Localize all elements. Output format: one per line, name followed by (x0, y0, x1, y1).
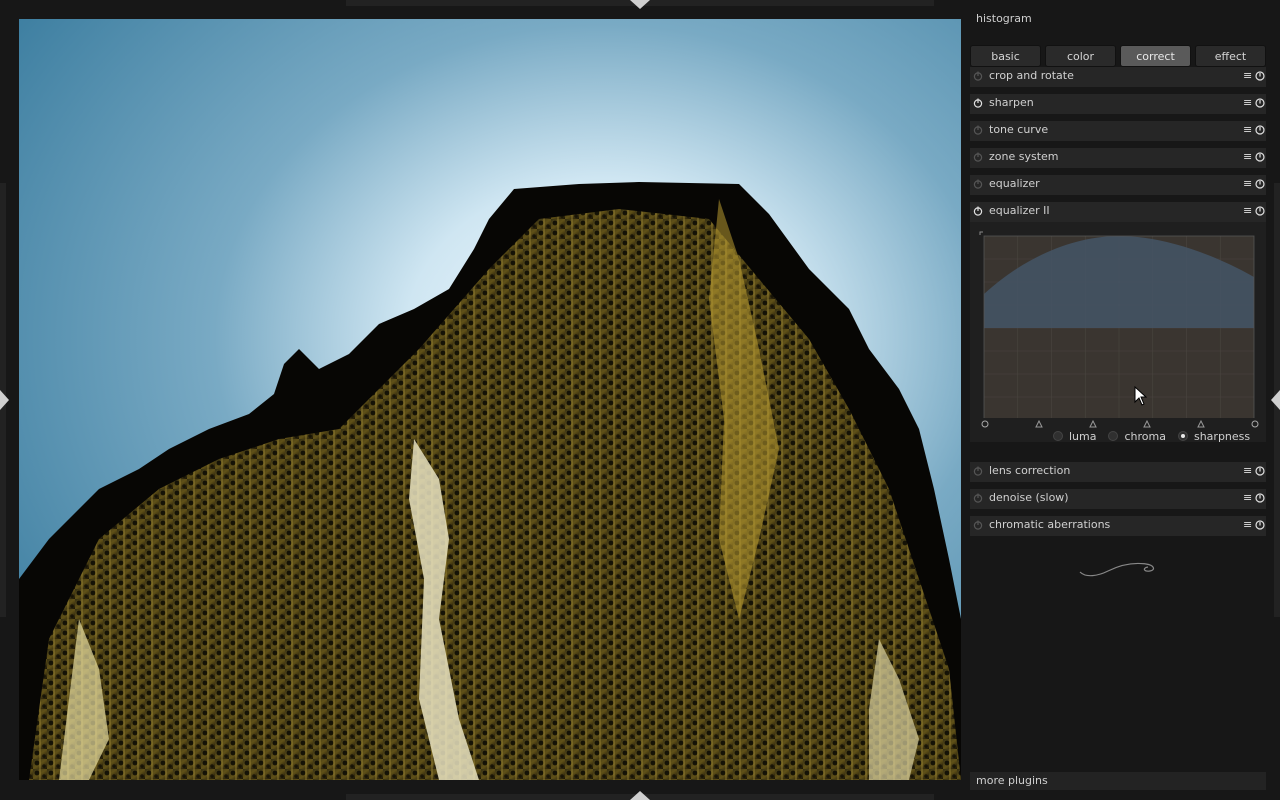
tab-color[interactable]: color (1045, 45, 1116, 67)
radio-label: chroma (1124, 429, 1166, 443)
menu-icon[interactable]: ≡ (1243, 464, 1252, 477)
menu-icon[interactable]: ≡ (1243, 177, 1252, 190)
menu-icon[interactable]: ≡ (1243, 204, 1252, 217)
swirl-icon (1079, 562, 1155, 577)
mouse-cursor-icon (1134, 386, 1148, 406)
radio-label: sharpness (1193, 429, 1251, 443)
menu-icon[interactable]: ≡ (1243, 150, 1252, 163)
equalizer-graph[interactable]: luma chroma sharpness (970, 222, 1266, 444)
module-group-tabs: basic color correct effect (970, 45, 1266, 67)
reset-icon[interactable] (1255, 125, 1265, 135)
radio-label: luma (1069, 429, 1097, 443)
power-icon[interactable] (973, 493, 983, 503)
equalizer-curve[interactable] (970, 222, 1266, 422)
menu-icon[interactable]: ≡ (1243, 518, 1252, 531)
reset-icon[interactable] (1255, 206, 1265, 216)
module-label: denoise (slow) (989, 491, 1069, 504)
more-plugins-button[interactable]: more plugins (970, 772, 1266, 790)
module-label: equalizer (989, 177, 1040, 190)
equalizer-mode-radios: luma chroma sharpness (1053, 428, 1262, 444)
module-label: crop and rotate (989, 69, 1074, 82)
reset-icon[interactable] (1255, 493, 1265, 503)
tab-effect[interactable]: effect (1195, 45, 1266, 67)
reset-icon[interactable] (1255, 152, 1265, 162)
radio-luma[interactable]: luma (1053, 430, 1096, 443)
collapse-bottom-arrow-icon[interactable] (630, 791, 650, 800)
histogram-header[interactable]: histogram (976, 12, 1032, 25)
module-label: lens correction (989, 464, 1071, 477)
reset-icon[interactable] (1255, 466, 1265, 476)
module-crop-and-rotate[interactable]: crop and rotate ≡ (970, 67, 1266, 87)
module-lens-correction[interactable]: lens correction ≡ (970, 462, 1266, 482)
power-icon[interactable] (973, 179, 983, 189)
radio-chroma[interactable]: chroma (1108, 430, 1166, 443)
module-label: chromatic aberrations (989, 518, 1111, 531)
module-label: zone system (989, 150, 1059, 163)
module-equalizer[interactable]: equalizer ≡ (970, 175, 1266, 195)
module-chromatic-aberrations[interactable]: chromatic aberrations ≡ (970, 516, 1266, 536)
menu-icon[interactable]: ≡ (1243, 491, 1252, 504)
module-denoise-slow[interactable]: denoise (slow) ≡ (970, 489, 1266, 509)
radio-button[interactable] (1053, 431, 1063, 441)
power-icon[interactable] (973, 71, 983, 81)
collapse-right-arrow-icon[interactable] (1271, 390, 1280, 410)
radio-button[interactable] (1108, 431, 1119, 441)
radio-sharpness[interactable]: sharpness (1177, 429, 1251, 443)
power-icon[interactable] (973, 520, 983, 530)
tab-basic[interactable]: basic (970, 45, 1041, 67)
power-icon[interactable] (973, 466, 983, 476)
module-equalizer-ii[interactable]: equalizer II ≡ (970, 202, 1266, 222)
menu-icon[interactable]: ≡ (1243, 96, 1252, 109)
power-icon[interactable] (973, 206, 983, 216)
power-icon[interactable] (973, 98, 983, 108)
power-icon[interactable] (973, 152, 983, 162)
menu-icon[interactable]: ≡ (1243, 123, 1252, 136)
reset-icon[interactable] (1255, 179, 1265, 189)
reset-icon[interactable] (1255, 71, 1265, 81)
reset-icon[interactable] (1255, 520, 1265, 530)
right-panel: histogram basic color correct effect cro… (966, 8, 1270, 794)
reset-icon[interactable] (1255, 98, 1265, 108)
module-zone-system[interactable]: zone system ≡ (970, 148, 1266, 168)
tab-correct[interactable]: correct (1120, 45, 1191, 67)
darkroom-window: histogram basic color correct effect cro… (0, 0, 1280, 800)
menu-icon[interactable]: ≡ (1243, 69, 1252, 82)
collapse-top-arrow-icon[interactable] (630, 0, 650, 9)
radio-button[interactable] (1177, 431, 1188, 441)
power-icon[interactable] (973, 125, 983, 135)
image-canvas[interactable] (19, 19, 961, 780)
module-label: sharpen (989, 96, 1034, 109)
collapse-left-arrow-icon[interactable] (0, 390, 9, 410)
module-label: tone curve (989, 123, 1049, 136)
module-sharpen[interactable]: sharpen ≡ (970, 94, 1266, 114)
module-tone-curve[interactable]: tone curve ≡ (970, 121, 1266, 141)
photo-rock-cliff (19, 19, 961, 780)
module-label: equalizer II (989, 204, 1050, 217)
